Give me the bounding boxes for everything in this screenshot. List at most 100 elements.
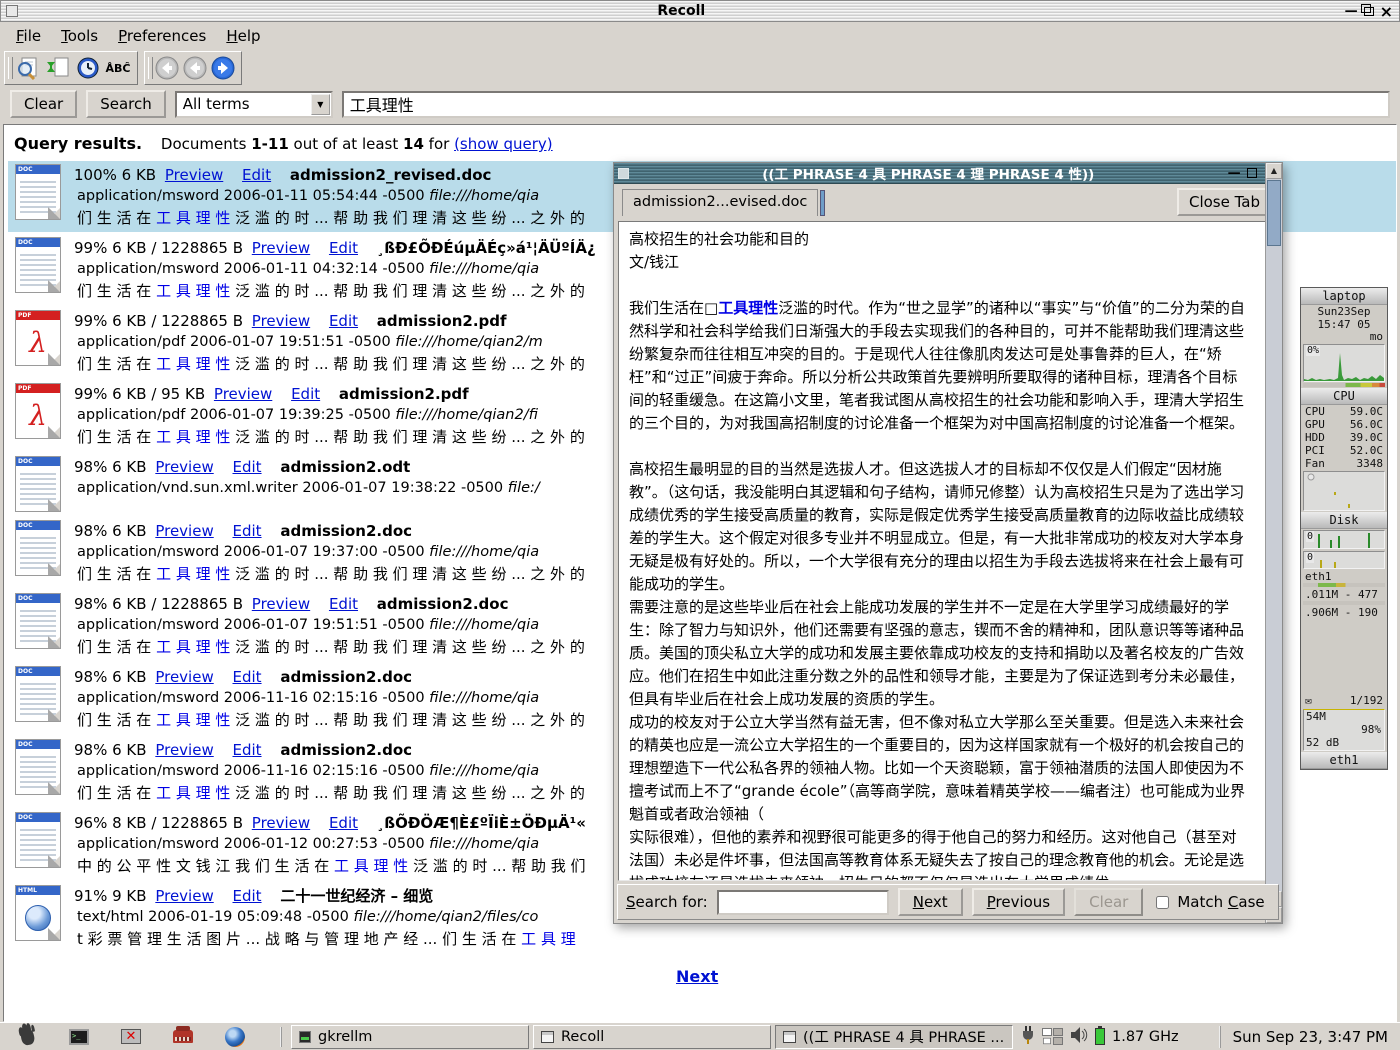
search-button[interactable]: Search [86,90,166,118]
typewriter-icon[interactable] [172,1026,194,1048]
edit-link[interactable]: Edit [291,385,320,403]
match-case-checkbox[interactable] [1156,896,1169,909]
scrollbar-thumb[interactable] [1267,180,1281,246]
close-tab-button[interactable]: Close Tab [1177,188,1272,216]
search-input[interactable] [342,91,1390,118]
cpu-frequency: 1.87 GHz [1112,1029,1179,1045]
window-menu-icon[interactable] [6,5,18,17]
disk-1-value: 0 [1306,531,1314,542]
page-fold [48,207,61,220]
menu-preferences[interactable]: Preferences [110,25,214,47]
fan-chart[interactable] [1303,471,1385,511]
disk-chart-2[interactable]: 0 [1303,551,1385,569]
edit-link[interactable]: Edit [329,239,358,257]
battery-icon[interactable] [1095,1028,1105,1045]
results-header-text: for [429,135,450,153]
find-next-button[interactable]: Next [898,888,963,916]
page-fold [48,563,61,576]
clear-button[interactable]: Clear [10,90,77,118]
taskbar-clock: Sun Sep 23, 3:47 PM [1219,1026,1400,1048]
mail-row[interactable]: ✉ 1/192 [1301,694,1387,708]
search-mode-select[interactable]: All terms ▼ [175,91,333,118]
preview-link[interactable]: Preview [165,166,223,184]
edit-link[interactable]: Edit [329,595,358,613]
close-icon[interactable]: × [1380,5,1393,18]
gnome-foot-icon[interactable] [16,1026,38,1048]
preview-link[interactable]: Preview [155,458,213,476]
minimize-icon[interactable]: — [1345,5,1358,18]
edit-link[interactable]: Edit [329,814,358,832]
recoll-titlebar[interactable]: Recoll — × [0,0,1400,22]
preview-link[interactable]: Preview [155,522,213,540]
menu-file[interactable]: File [8,25,49,47]
preview-link[interactable]: Preview [214,385,272,403]
preview-link[interactable]: Preview [155,741,213,759]
result-snippet: 们 生 活 在 工 具 理 性 泛 滥 的 时 ... 帮 助 我 们 理 清 … [74,280,596,302]
edit-link[interactable]: Edit [233,741,262,759]
window-menu-icon[interactable] [618,168,629,179]
page-fold [48,709,61,722]
preview-link[interactable]: Preview [252,312,310,330]
preview-link[interactable]: Preview [252,239,310,257]
task-button--phrase-4-phrase-[interactable]: ((工 PHRASE 4 具 PHRASE ... [775,1025,1013,1049]
task-button-recoll[interactable]: Recoll [533,1025,771,1049]
show-preview-icon[interactable] [15,55,41,81]
speaker-icon[interactable] [1070,1027,1088,1047]
preview-link[interactable]: Preview [155,887,213,905]
gkrellm-task-icon [299,1031,311,1043]
preview-scrollbar[interactable]: ▲ ▲ ▼ [1265,163,1282,923]
edit-link[interactable]: Edit [233,458,262,476]
result-meta: 100% 6 KB [74,166,156,184]
minimize-icon[interactable]: — [1228,167,1241,180]
net-tx-value: .906M - 190 [1301,606,1387,619]
task-button-gkrellm[interactable]: gkrellm [291,1025,529,1049]
history-clock-icon[interactable] [75,55,101,81]
preview-tab[interactable]: admission2...evised.doc [622,189,818,216]
match-case-label: Match Case [1177,893,1264,911]
preview-link[interactable]: Preview [252,595,310,613]
show-query-link[interactable]: (show query) [454,135,553,153]
nav-back-icon[interactable] [183,56,207,80]
find-clear-button[interactable]: Clear [1074,888,1143,916]
nav-first-icon[interactable] [155,56,179,80]
result-mime-date: text/html 2006-01-19 05:09:48 -0500 [77,909,354,925]
preview-link[interactable]: Preview [252,814,310,832]
terminal-icon[interactable]: >_ [68,1026,90,1048]
nav-forward-icon[interactable] [211,56,235,80]
spell-term-icon[interactable]: ÅBĈ [105,55,131,81]
edit-link[interactable]: Edit [242,166,271,184]
menu-tools[interactable]: Tools [53,25,106,47]
maximize-icon[interactable] [1247,168,1257,178]
result-title: admission2.pdf [377,312,507,330]
preview-content[interactable]: 高校招生的社会功能和目的文/钱江我们生活在□工具理性泛滥的时代。作为“世之显学”… [618,221,1278,881]
search-row: Clear Search All terms ▼ [0,88,1400,120]
cpu-load-chart[interactable]: 0% [1303,344,1385,382]
scroll-up-icon[interactable]: ▲ [1266,163,1282,179]
menu-help[interactable]: Help [218,25,268,47]
memory-used: 54M [1306,710,1326,723]
preview-search-input[interactable] [717,890,889,915]
edit-link[interactable]: Edit [233,522,262,540]
launcher-area: >_ ✕ [0,1026,278,1048]
workspace-pager[interactable] [1042,1028,1063,1045]
edit-link[interactable]: Edit [329,312,358,330]
result-title: admission2.odt [280,458,410,476]
disk-chart-1[interactable]: 0 [1303,530,1385,549]
memory-chart[interactable]: 54M 98% 52 dB [1303,709,1385,751]
preview-titlebar[interactable]: ((工 PHRASE 4 具 PHRASE 4 理 PHRASE 4 性)) —… [614,163,1282,184]
maximize-icon[interactable] [1364,7,1374,16]
page-fold [48,855,61,868]
display-off-icon[interactable]: ✕ [120,1026,142,1048]
preview-link[interactable]: Preview [155,668,213,686]
results-total: 14 [403,135,424,153]
edit-link[interactable]: Edit [233,668,262,686]
result-meta: 91% 9 KB [74,887,147,905]
next-page-link[interactable]: Next [676,967,718,986]
combo-arrow-icon[interactable]: ▼ [311,94,330,115]
firefox-icon[interactable] [224,1026,246,1048]
sort-params-icon[interactable] [45,55,71,81]
edit-link[interactable]: Edit [233,887,262,905]
find-previous-button[interactable]: Previous [972,888,1065,916]
results-header-text: out of at least [294,135,399,153]
power-plug-icon[interactable] [1021,1026,1035,1048]
